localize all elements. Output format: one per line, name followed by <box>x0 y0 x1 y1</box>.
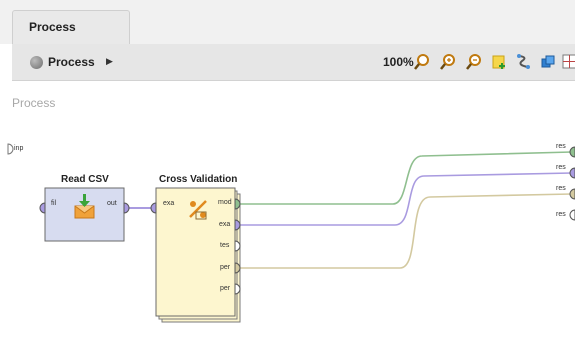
read-csv-output-port[interactable] <box>123 202 130 214</box>
wire-performance-output[interactable] <box>240 193 573 269</box>
cv-out-label-mod: mod <box>218 199 232 206</box>
wire-model-output[interactable] <box>240 151 573 205</box>
canvas-result-port-2[interactable] <box>569 167 575 179</box>
cv-in-label: exa <box>163 200 175 207</box>
read-csv-name: Read CSV <box>61 174 109 185</box>
cross-validation-name: Cross Validation <box>159 174 238 185</box>
read-csv-in-label: fil <box>51 200 57 207</box>
canvas-result-port-1[interactable] <box>569 146 575 158</box>
canvas-result-label-3: res <box>556 185 566 192</box>
cv-out-label-tes: tes <box>220 242 230 249</box>
canvas-result-label-1: res <box>556 143 566 150</box>
cv-out-label-per-2: per <box>220 285 231 292</box>
cv-input-port[interactable] <box>150 202 157 214</box>
canvas-result-port-4[interactable] <box>569 209 575 221</box>
canvas-input-port[interactable] <box>7 143 14 155</box>
cv-out-label-exa: exa <box>219 221 231 228</box>
cv-out-label-per: per <box>220 264 231 271</box>
canvas-result-label-4: res <box>556 211 566 218</box>
canvas-result-port-3[interactable] <box>569 188 575 200</box>
read-csv-input-port[interactable] <box>39 202 46 214</box>
canvas-input-port-label: inp <box>14 145 24 152</box>
cross-validation-operator[interactable] <box>155 187 236 317</box>
canvas-result-label-2: res <box>556 164 566 171</box>
read-csv-out-label: out <box>107 200 117 207</box>
